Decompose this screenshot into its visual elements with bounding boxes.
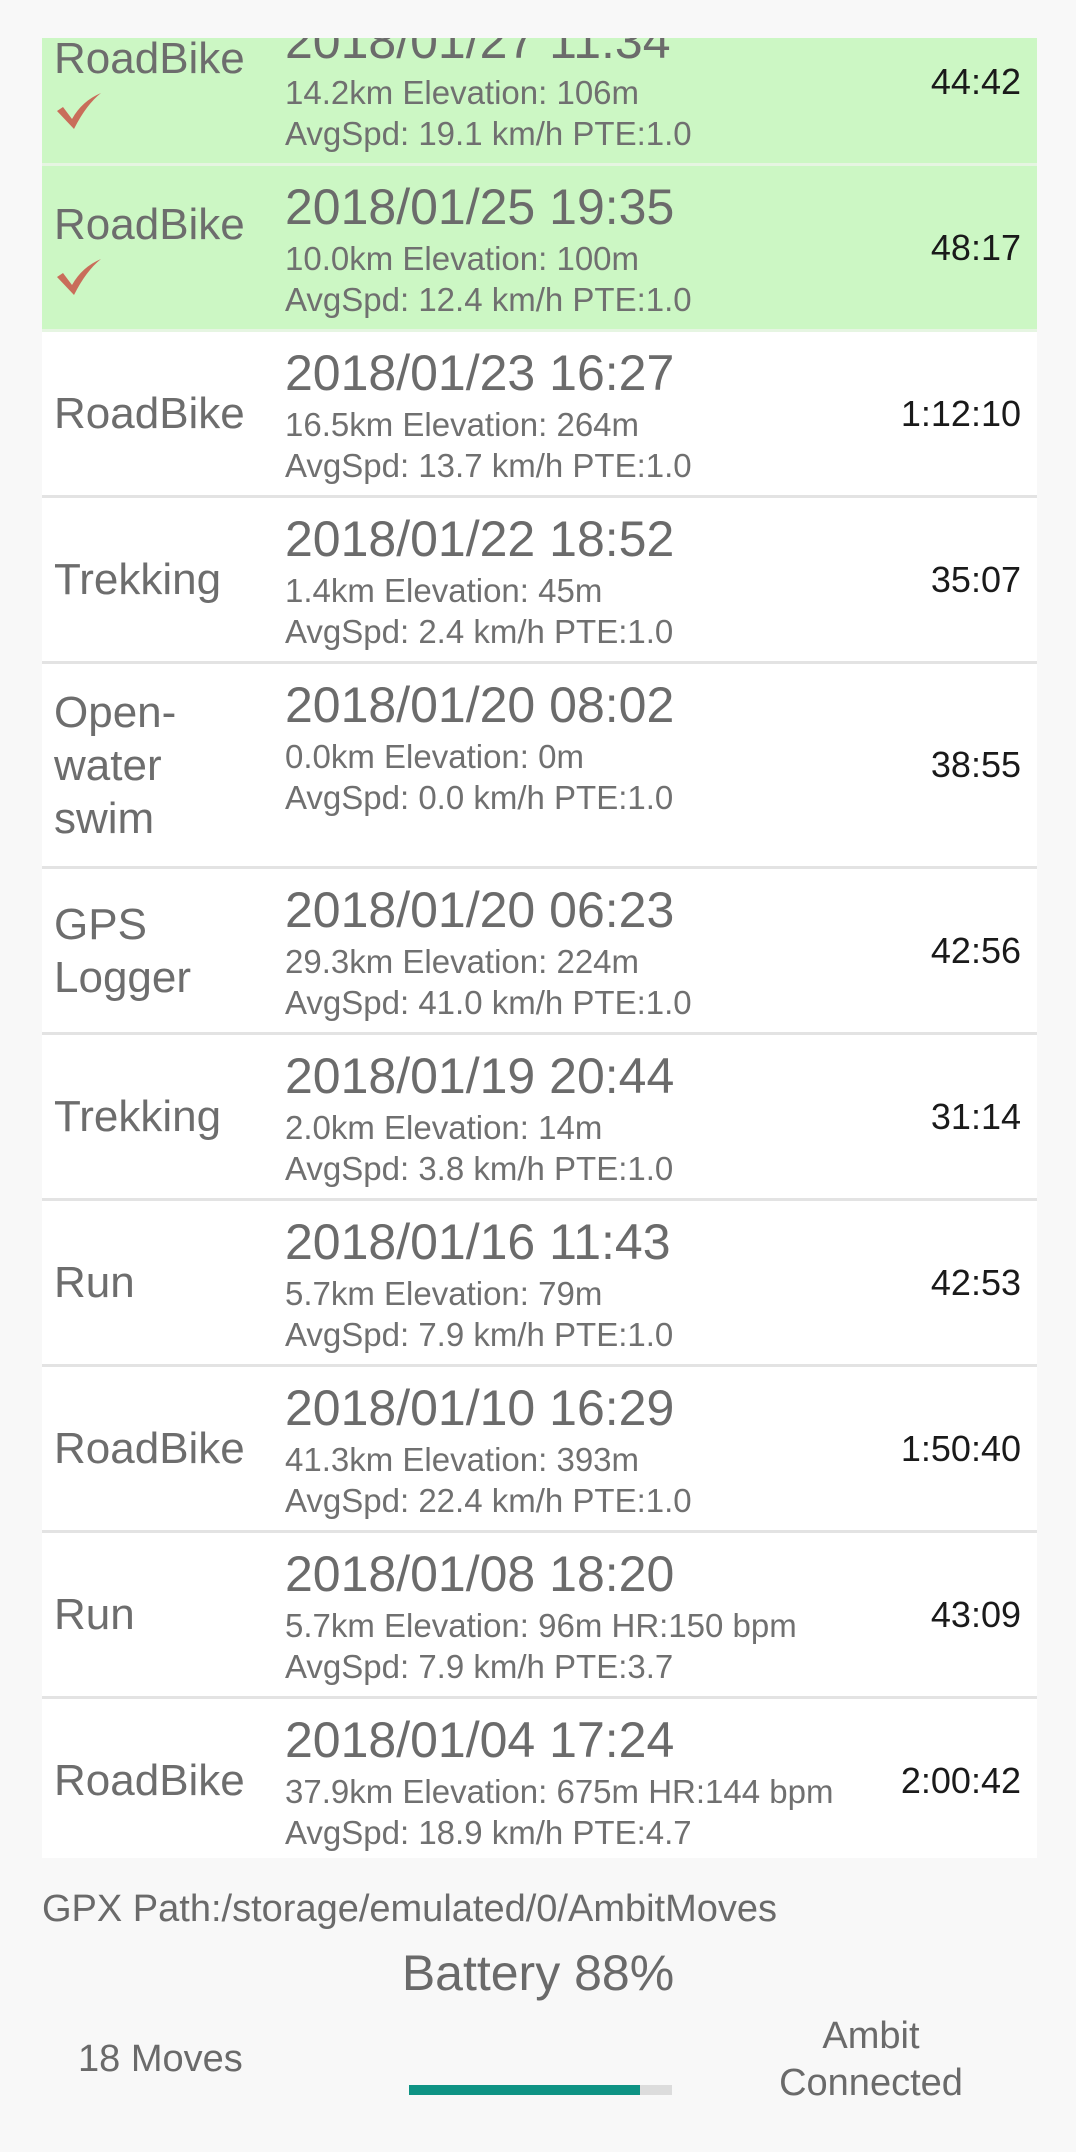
moves-rows: RoadBike 2018/01/27 11:34 14.2km Elevation…	[42, 38, 1037, 1858]
move-activity: Open-water swim	[54, 687, 177, 843]
move-activity-cell: RoadBike	[54, 332, 264, 495]
move-duration: 48:17	[930, 226, 1021, 268]
move-speed-pte: AvgSpd: 41.0 km/h PTE:1.0	[285, 984, 692, 1021]
move-activity: Trekking	[54, 1092, 222, 1141]
move-duration: 38:55	[930, 744, 1021, 785]
battery-progress-bar	[409, 2085, 672, 2095]
move-date: 2018/01/04 17:24	[285, 1712, 675, 1768]
move-date: 2018/01/20 06:23	[285, 882, 675, 938]
move-distance-elevation: 5.7km Elevation: 96m HR:150 bpm	[285, 1607, 797, 1644]
move-activity-cell: RoadBike	[54, 38, 264, 163]
move-distance-elevation: 14.2km Elevation: 106m	[285, 74, 640, 111]
move-info: 2018/01/08 18:20 5.7km Elevation: 96m HR:…	[285, 1543, 925, 1687]
move-activity-cell: RoadBike	[54, 166, 264, 329]
moves-list[interactable]: RoadBike 2018/01/27 11:34 14.2km Elevation…	[42, 38, 1037, 1858]
connection-status: Ambit Connected	[779, 2015, 963, 2104]
move-info: 2018/01/20 06:23 29.3km Elevation: 224m Av…	[285, 879, 925, 1023]
move-date: 2018/01/19 20:44	[285, 1048, 675, 1104]
move-activity-cell: Trekking	[54, 498, 264, 661]
moves-count: 18 Moves	[78, 2038, 243, 2080]
move-distance-elevation: 5.7km Elevation: 79m	[285, 1275, 603, 1312]
move-speed-pte: AvgSpd: 12.4 km/h PTE:1.0	[285, 281, 692, 318]
move-row[interactable]: RoadBike 2018/01/10 16:29 41.3km Elevation…	[42, 1367, 1037, 1533]
move-row[interactable]: RoadBike 2018/01/23 16:27 16.5km Elevation…	[42, 332, 1037, 498]
move-date: 2018/01/23 16:27	[285, 345, 675, 401]
move-activity-cell: Open-water swim	[54, 664, 264, 866]
move-date: 2018/01/08 18:20	[285, 1546, 675, 1602]
move-activity: RoadBike	[54, 389, 245, 438]
move-info: 2018/01/20 08:02 0.0km Elevation: 0m AvgSp…	[285, 674, 925, 818]
move-duration: 42:53	[930, 1261, 1021, 1303]
move-activity: GPS Logger	[54, 899, 192, 1002]
move-activity: Run	[54, 1258, 135, 1307]
move-row[interactable]: RoadBike 2018/01/25 19:35 10.0km Elevation…	[42, 166, 1037, 332]
move-date: 2018/01/22 18:52	[285, 511, 675, 567]
move-row[interactable]: Trekking 2018/01/19 20:44 2.0km Elevation:…	[42, 1035, 1037, 1201]
move-duration: 31:14	[930, 1095, 1021, 1137]
move-activity: Trekking	[54, 555, 222, 604]
move-speed-pte: AvgSpd: 7.9 km/h PTE:3.7	[285, 1648, 674, 1685]
move-speed-pte: AvgSpd: 2.4 km/h PTE:1.0	[285, 613, 674, 650]
move-speed-pte: AvgSpd: 0.0 km/h PTE:1.0	[285, 779, 674, 816]
move-speed-pte: AvgSpd: 7.9 km/h PTE:1.0	[285, 1316, 674, 1353]
checkmark-icon	[57, 259, 101, 295]
move-row[interactable]: RoadBike 2018/01/27 11:34 14.2km Elevation…	[42, 38, 1037, 166]
move-row[interactable]: Open-water swim 2018/01/20 08:02 0.0km Ele…	[42, 664, 1037, 869]
move-activity: Run	[54, 1590, 135, 1639]
move-row[interactable]: GPS Logger 2018/01/20 06:23 29.3km Elevati…	[42, 869, 1037, 1035]
move-duration: 42:56	[930, 929, 1021, 971]
move-activity-cell: RoadBike	[54, 1367, 264, 1530]
battery-progress-fill	[409, 2085, 641, 2095]
move-distance-elevation: 2.0km Elevation: 14m	[285, 1109, 603, 1146]
move-activity-cell: Trekking	[54, 1035, 264, 1198]
move-info: 2018/01/27 11:34 14.2km Elevation: 106m Av…	[285, 38, 925, 154]
move-activity-cell: Run	[54, 1533, 264, 1696]
move-row[interactable]: RoadBike 2018/01/04 17:24 37.9km Elevation…	[42, 1699, 1037, 1858]
move-speed-pte: AvgSpd: 3.8 km/h PTE:1.0	[285, 1150, 674, 1187]
move-speed-pte: AvgSpd: 22.4 km/h PTE:1.0	[285, 1482, 692, 1519]
move-duration: 1:50:40	[900, 1427, 1021, 1469]
move-distance-elevation: 37.9km Elevation: 675m HR:144 bpm	[285, 1773, 834, 1810]
move-distance-elevation: 1.4km Elevation: 45m	[285, 572, 603, 609]
move-info: 2018/01/22 18:52 1.4km Elevation: 45m AvgS…	[285, 508, 925, 652]
move-date: 2018/01/20 08:02	[285, 677, 675, 733]
move-activity: RoadBike	[54, 38, 245, 83]
move-speed-pte: AvgSpd: 19.1 km/h PTE:1.0	[285, 115, 692, 152]
move-duration: 43:09	[930, 1593, 1021, 1635]
move-date: 2018/01/16 11:43	[285, 1214, 671, 1270]
checkmark-icon	[57, 93, 101, 129]
move-duration: 1:12:10	[900, 392, 1021, 434]
move-activity: RoadBike	[54, 1424, 245, 1473]
move-distance-elevation: 10.0km Elevation: 100m	[285, 240, 640, 277]
move-activity-cell: Run	[54, 1201, 264, 1364]
gpx-path-label: GPX Path:/storage/emulated/0/AmbitMoves	[42, 1888, 778, 1930]
move-info: 2018/01/04 17:24 37.9km Elevation: 675m H…	[285, 1709, 925, 1853]
move-date: 2018/01/25 19:35	[285, 179, 675, 235]
move-activity: RoadBike	[54, 1756, 245, 1805]
move-distance-elevation: 29.3km Elevation: 224m	[285, 943, 640, 980]
move-duration: 44:42	[930, 60, 1021, 102]
move-info: 2018/01/23 16:27 16.5km Elevation: 264m Av…	[285, 342, 925, 486]
move-speed-pte: AvgSpd: 18.9 km/h PTE:4.7	[285, 1814, 692, 1851]
move-activity-cell: RoadBike	[54, 1699, 264, 1858]
move-activity-cell: GPS Logger	[54, 869, 264, 1032]
move-info: 2018/01/25 19:35 10.0km Elevation: 100m Av…	[285, 176, 925, 320]
move-row[interactable]: Run 2018/01/08 18:20 5.7km Elevation: 96m …	[42, 1533, 1037, 1699]
move-distance-elevation: 41.3km Elevation: 393m	[285, 1441, 640, 1478]
move-speed-pte: AvgSpd: 13.7 km/h PTE:1.0	[285, 447, 692, 484]
move-info: 2018/01/16 11:43 5.7km Elevation: 79m AvgS…	[285, 1211, 925, 1355]
move-row[interactable]: Trekking 2018/01/22 18:52 1.4km Elevation:…	[42, 498, 1037, 664]
move-distance-elevation: 0.0km Elevation: 0m	[285, 738, 584, 775]
move-distance-elevation: 16.5km Elevation: 264m	[285, 406, 640, 443]
move-row[interactable]: Run 2018/01/16 11:43 5.7km Elevation: 79m A…	[42, 1201, 1037, 1367]
move-date: 2018/01/27 11:34	[285, 38, 671, 69]
move-duration: 35:07	[930, 558, 1021, 600]
move-info: 2018/01/19 20:44 2.0km Elevation: 14m AvgS…	[285, 1045, 925, 1189]
move-info: 2018/01/10 16:29 41.3km Elevation: 393m Av…	[285, 1377, 925, 1521]
move-date: 2018/01/10 16:29	[285, 1380, 675, 1436]
move-duration: 2:00:42	[900, 1759, 1021, 1801]
battery-label: Battery 88%	[401, 1945, 675, 2001]
move-activity: RoadBike	[54, 200, 245, 249]
